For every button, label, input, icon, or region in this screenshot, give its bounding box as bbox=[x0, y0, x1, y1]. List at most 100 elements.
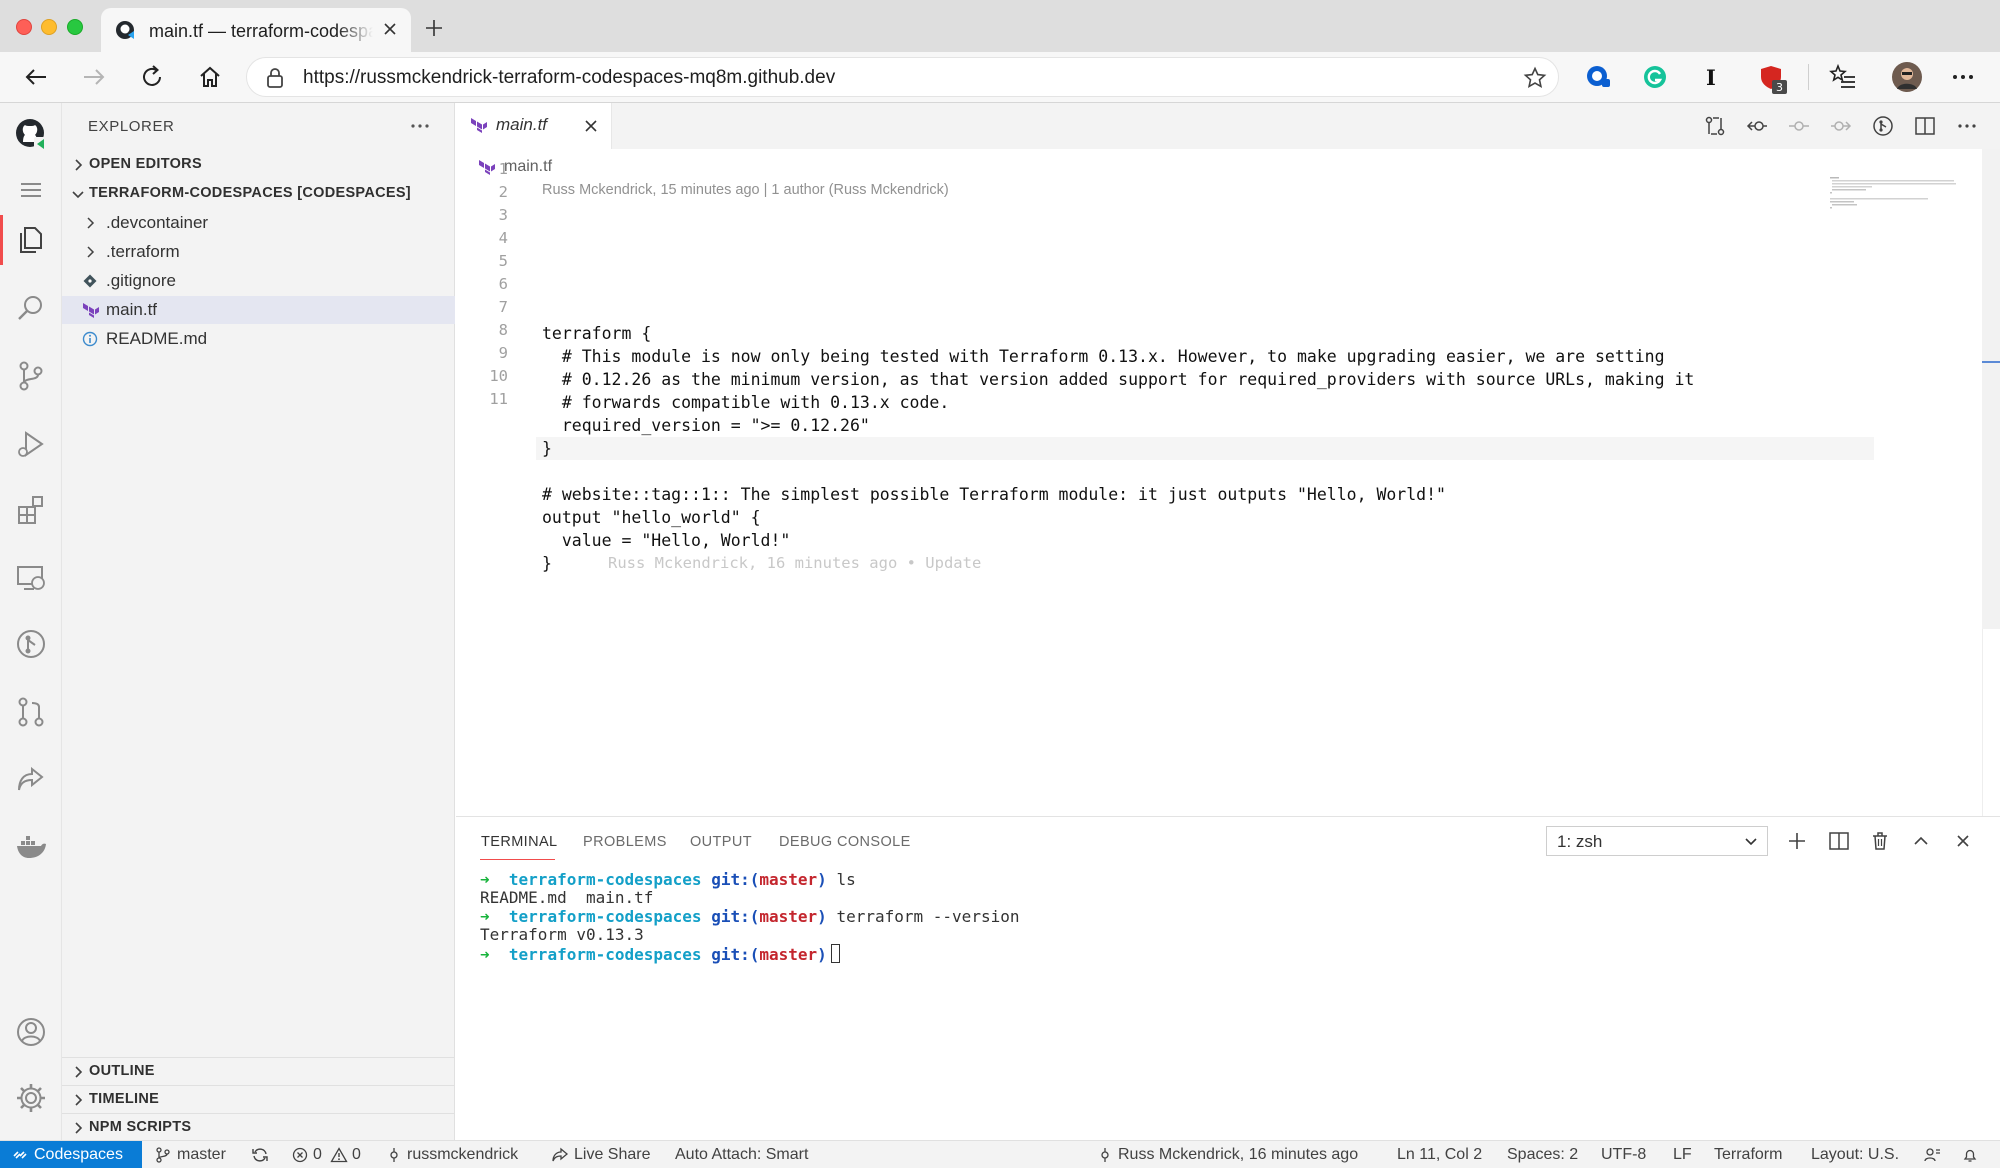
split-editor-icon[interactable] bbox=[1914, 115, 1936, 137]
browser-tab[interactable]: main.tf — terraform-codespaces bbox=[101, 8, 411, 52]
error-icon[interactable] bbox=[292, 1147, 308, 1163]
editor-more-actions-icon[interactable] bbox=[1956, 115, 1978, 137]
accounts-icon[interactable] bbox=[14, 1015, 48, 1049]
sync-icon[interactable] bbox=[251, 1147, 269, 1163]
github-account[interactable]: russmckendrick bbox=[407, 1146, 518, 1164]
instapaper-icon[interactable]: I bbox=[1706, 65, 1716, 90]
error-count[interactable]: 0 bbox=[313, 1146, 322, 1164]
close-panel-icon[interactable] bbox=[1952, 830, 1974, 852]
window-close-button[interactable] bbox=[16, 19, 32, 35]
auto-attach-status[interactable]: Auto Attach: Smart bbox=[675, 1146, 808, 1164]
language-mode[interactable]: Terraform bbox=[1714, 1146, 1782, 1164]
forward-arrow-icon[interactable] bbox=[80, 63, 108, 91]
live-share-button[interactable]: Live Share bbox=[574, 1146, 651, 1164]
ublock-extension-icon[interactable]: 3 bbox=[1758, 63, 1792, 97]
window-maximize-button[interactable] bbox=[67, 19, 83, 35]
minimap[interactable] bbox=[1830, 175, 1960, 215]
previous-revision-icon[interactable] bbox=[1746, 115, 1768, 137]
line-number: 1 bbox=[498, 160, 508, 178]
explorer-more-actions-icon[interactable] bbox=[409, 116, 431, 136]
chevron-right-icon bbox=[70, 1064, 86, 1080]
github-codespaces-favicon-icon bbox=[115, 20, 137, 42]
remote-explorer-icon[interactable] bbox=[14, 561, 48, 595]
chevron-right-icon bbox=[70, 1120, 86, 1136]
maximize-panel-chevron-up-icon[interactable] bbox=[1910, 830, 1932, 852]
notifications-bell-icon[interactable] bbox=[1962, 1147, 1978, 1163]
favorite-star-icon[interactable] bbox=[1523, 66, 1547, 90]
end-of-line[interactable]: LF bbox=[1673, 1146, 1692, 1164]
tree-item-devcontainer[interactable]: .devcontainer bbox=[62, 209, 455, 237]
reload-icon[interactable] bbox=[138, 63, 166, 91]
timeline-section[interactable]: TIMELINE bbox=[62, 1085, 455, 1113]
home-icon[interactable] bbox=[196, 63, 224, 91]
warning-count[interactable]: 0 bbox=[352, 1146, 361, 1164]
settings-gear-icon[interactable] bbox=[14, 1081, 48, 1115]
open-changes-icon[interactable] bbox=[1704, 115, 1726, 137]
pull-requests-icon[interactable] bbox=[14, 695, 48, 729]
docker-icon[interactable] bbox=[14, 829, 48, 863]
profile-avatar[interactable] bbox=[1891, 61, 1923, 93]
info-icon bbox=[82, 331, 98, 347]
close-tab-icon[interactable] bbox=[381, 20, 399, 38]
indentation[interactable]: Spaces: 2 bbox=[1507, 1146, 1578, 1164]
new-terminal-icon[interactable] bbox=[1786, 830, 1808, 852]
encoding[interactable]: UTF-8 bbox=[1601, 1146, 1646, 1164]
gitlens-icon[interactable] bbox=[14, 627, 48, 661]
terminal-line: ➜ terraform-codespaces git:(master) ls bbox=[480, 870, 856, 889]
tree-item-readme[interactable]: README.md bbox=[62, 325, 455, 353]
npm-scripts-section[interactable]: NPM SCRIPTS bbox=[62, 1113, 455, 1141]
password-manager-extension-icon[interactable] bbox=[1584, 63, 1612, 91]
codespaces-logo-icon[interactable] bbox=[14, 117, 48, 151]
run-debug-icon[interactable] bbox=[14, 427, 48, 461]
cursor-position[interactable]: Ln 11, Col 2 bbox=[1397, 1146, 1482, 1164]
code-editor[interactable]: main.tf Russ Mckendrick, 15 minutes ago … bbox=[456, 149, 2000, 816]
gitlens-blame-status[interactable]: Russ Mckendrick, 16 minutes ago bbox=[1118, 1146, 1358, 1164]
outline-section[interactable]: OUTLINE bbox=[62, 1057, 455, 1085]
git-branch[interactable]: master bbox=[177, 1146, 226, 1164]
extensions-icon[interactable] bbox=[14, 493, 48, 527]
tab-problems[interactable]: PROBLEMS bbox=[583, 834, 667, 850]
warning-icon[interactable] bbox=[330, 1147, 348, 1163]
menu-hamburger-icon[interactable] bbox=[14, 173, 48, 207]
tab-output[interactable]: OUTPUT bbox=[690, 834, 752, 850]
source-control-icon[interactable] bbox=[14, 359, 48, 393]
workspace-label: TERRAFORM-CODESPACES [CODESPACES] bbox=[89, 185, 411, 201]
workspace-section[interactable]: TERRAFORM-CODESPACES [CODESPACES] bbox=[62, 180, 455, 208]
address-bar[interactable]: https://russmckendrick-terraform-codespa… bbox=[246, 57, 1559, 97]
editor-scrollbar[interactable] bbox=[1982, 149, 2000, 629]
browser-tab-strip: main.tf — terraform-codespaces bbox=[0, 0, 2000, 52]
remote-indicator[interactable]: Codespaces bbox=[0, 1141, 142, 1168]
terminal-prompt[interactable]: ➜ terraform-codespaces git:(master) bbox=[480, 944, 840, 964]
code-line: value = "Hello, World!" bbox=[542, 531, 791, 550]
code-line: # website::tag::1:: The simplest possibl… bbox=[542, 485, 1446, 504]
tree-item-gitignore[interactable]: .gitignore bbox=[62, 267, 455, 295]
gitlens-blame-icon[interactable] bbox=[1872, 115, 1894, 137]
grammarly-icon[interactable] bbox=[1641, 63, 1669, 91]
tab-debug-console[interactable]: DEBUG CONSOLE bbox=[779, 834, 911, 850]
tree-item-main-tf[interactable]: main.tf bbox=[62, 296, 455, 324]
open-editors-section[interactable]: OPEN EDITORS bbox=[62, 151, 455, 179]
keyboard-layout[interactable]: Layout: U.S. bbox=[1811, 1146, 1899, 1164]
close-editor-icon[interactable] bbox=[582, 117, 600, 135]
chevron-right-icon bbox=[82, 215, 98, 231]
next-revision-icon[interactable] bbox=[1830, 115, 1852, 137]
window-minimize-button[interactable] bbox=[41, 19, 57, 35]
gitlens-codelens[interactable]: Russ Mckendrick, 15 minutes ago | 1 auth… bbox=[542, 182, 949, 198]
favorites-list-icon[interactable] bbox=[1829, 63, 1857, 91]
tree-item-terraform-folder[interactable]: .terraform bbox=[62, 238, 455, 266]
breadcrumb-file: main.tf bbox=[504, 158, 553, 175]
terminal-shell-select[interactable]: 1: zsh bbox=[1546, 826, 1768, 856]
explorer-files-icon[interactable] bbox=[14, 223, 48, 257]
browser-menu-icon[interactable] bbox=[1949, 63, 1977, 91]
new-tab-icon[interactable] bbox=[424, 18, 444, 38]
split-terminal-icon[interactable] bbox=[1828, 830, 1850, 852]
code-lines: terraform { # This module is now only be… bbox=[456, 314, 1856, 614]
commit-icon[interactable] bbox=[1788, 115, 1810, 137]
live-share-icon[interactable] bbox=[14, 763, 48, 797]
editor-tab-main-tf[interactable]: main.tf bbox=[456, 103, 612, 149]
trash-icon[interactable] bbox=[1869, 830, 1891, 852]
search-icon[interactable] bbox=[14, 291, 48, 325]
back-arrow-icon[interactable] bbox=[22, 63, 50, 91]
feedback-icon[interactable] bbox=[1923, 1147, 1941, 1163]
tab-terminal[interactable]: TERMINAL bbox=[481, 834, 558, 850]
